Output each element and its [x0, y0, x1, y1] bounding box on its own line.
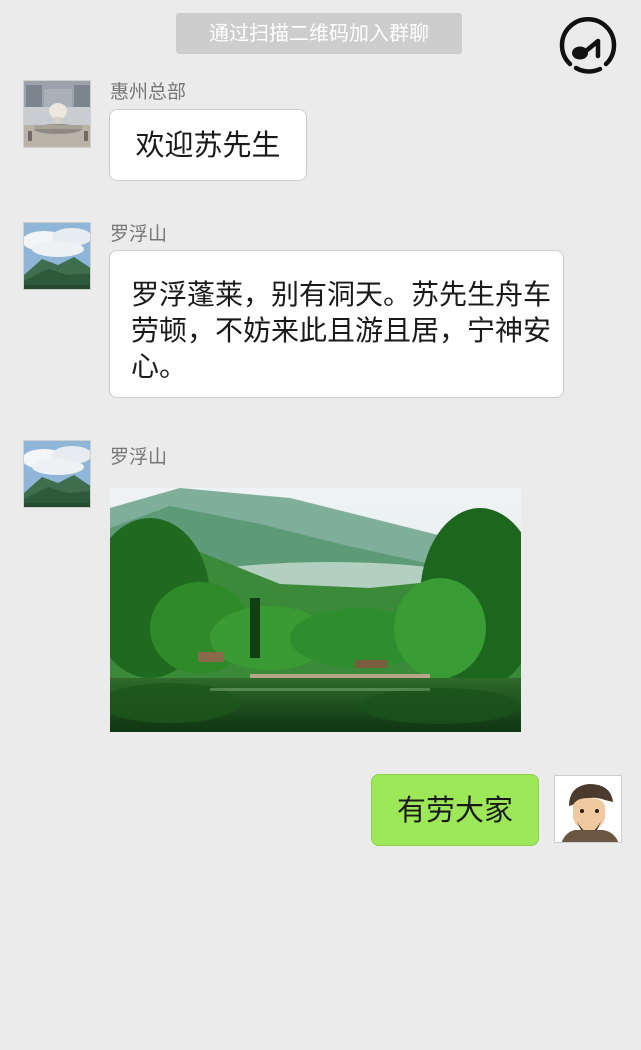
plaza-fountain-avatar[interactable] — [23, 80, 91, 148]
mountain-lake-photo[interactable] — [110, 488, 521, 732]
sender-name: 罗浮山 — [110, 446, 168, 468]
message-bubble[interactable]: 罗浮蓬莱，别有洞天。苏先生舟车劳顿，不妨来此且游且居，宁神安心。 — [109, 250, 564, 398]
message-bubble[interactable]: 欢迎苏先生 — [109, 109, 307, 181]
mountain-avatar[interactable] — [23, 440, 91, 508]
mountain-avatar[interactable] — [23, 222, 91, 290]
outgoing-message-bubble[interactable]: 有劳大家 — [371, 774, 539, 846]
join-notice: 通过扫描二维码加入群聊 — [176, 13, 462, 54]
sender-name: 罗浮山 — [110, 223, 168, 245]
sender-name: 惠州总部 — [110, 81, 187, 103]
music-note-icon[interactable] — [556, 16, 618, 78]
su-dongpo-portrait-avatar[interactable] — [554, 775, 622, 843]
